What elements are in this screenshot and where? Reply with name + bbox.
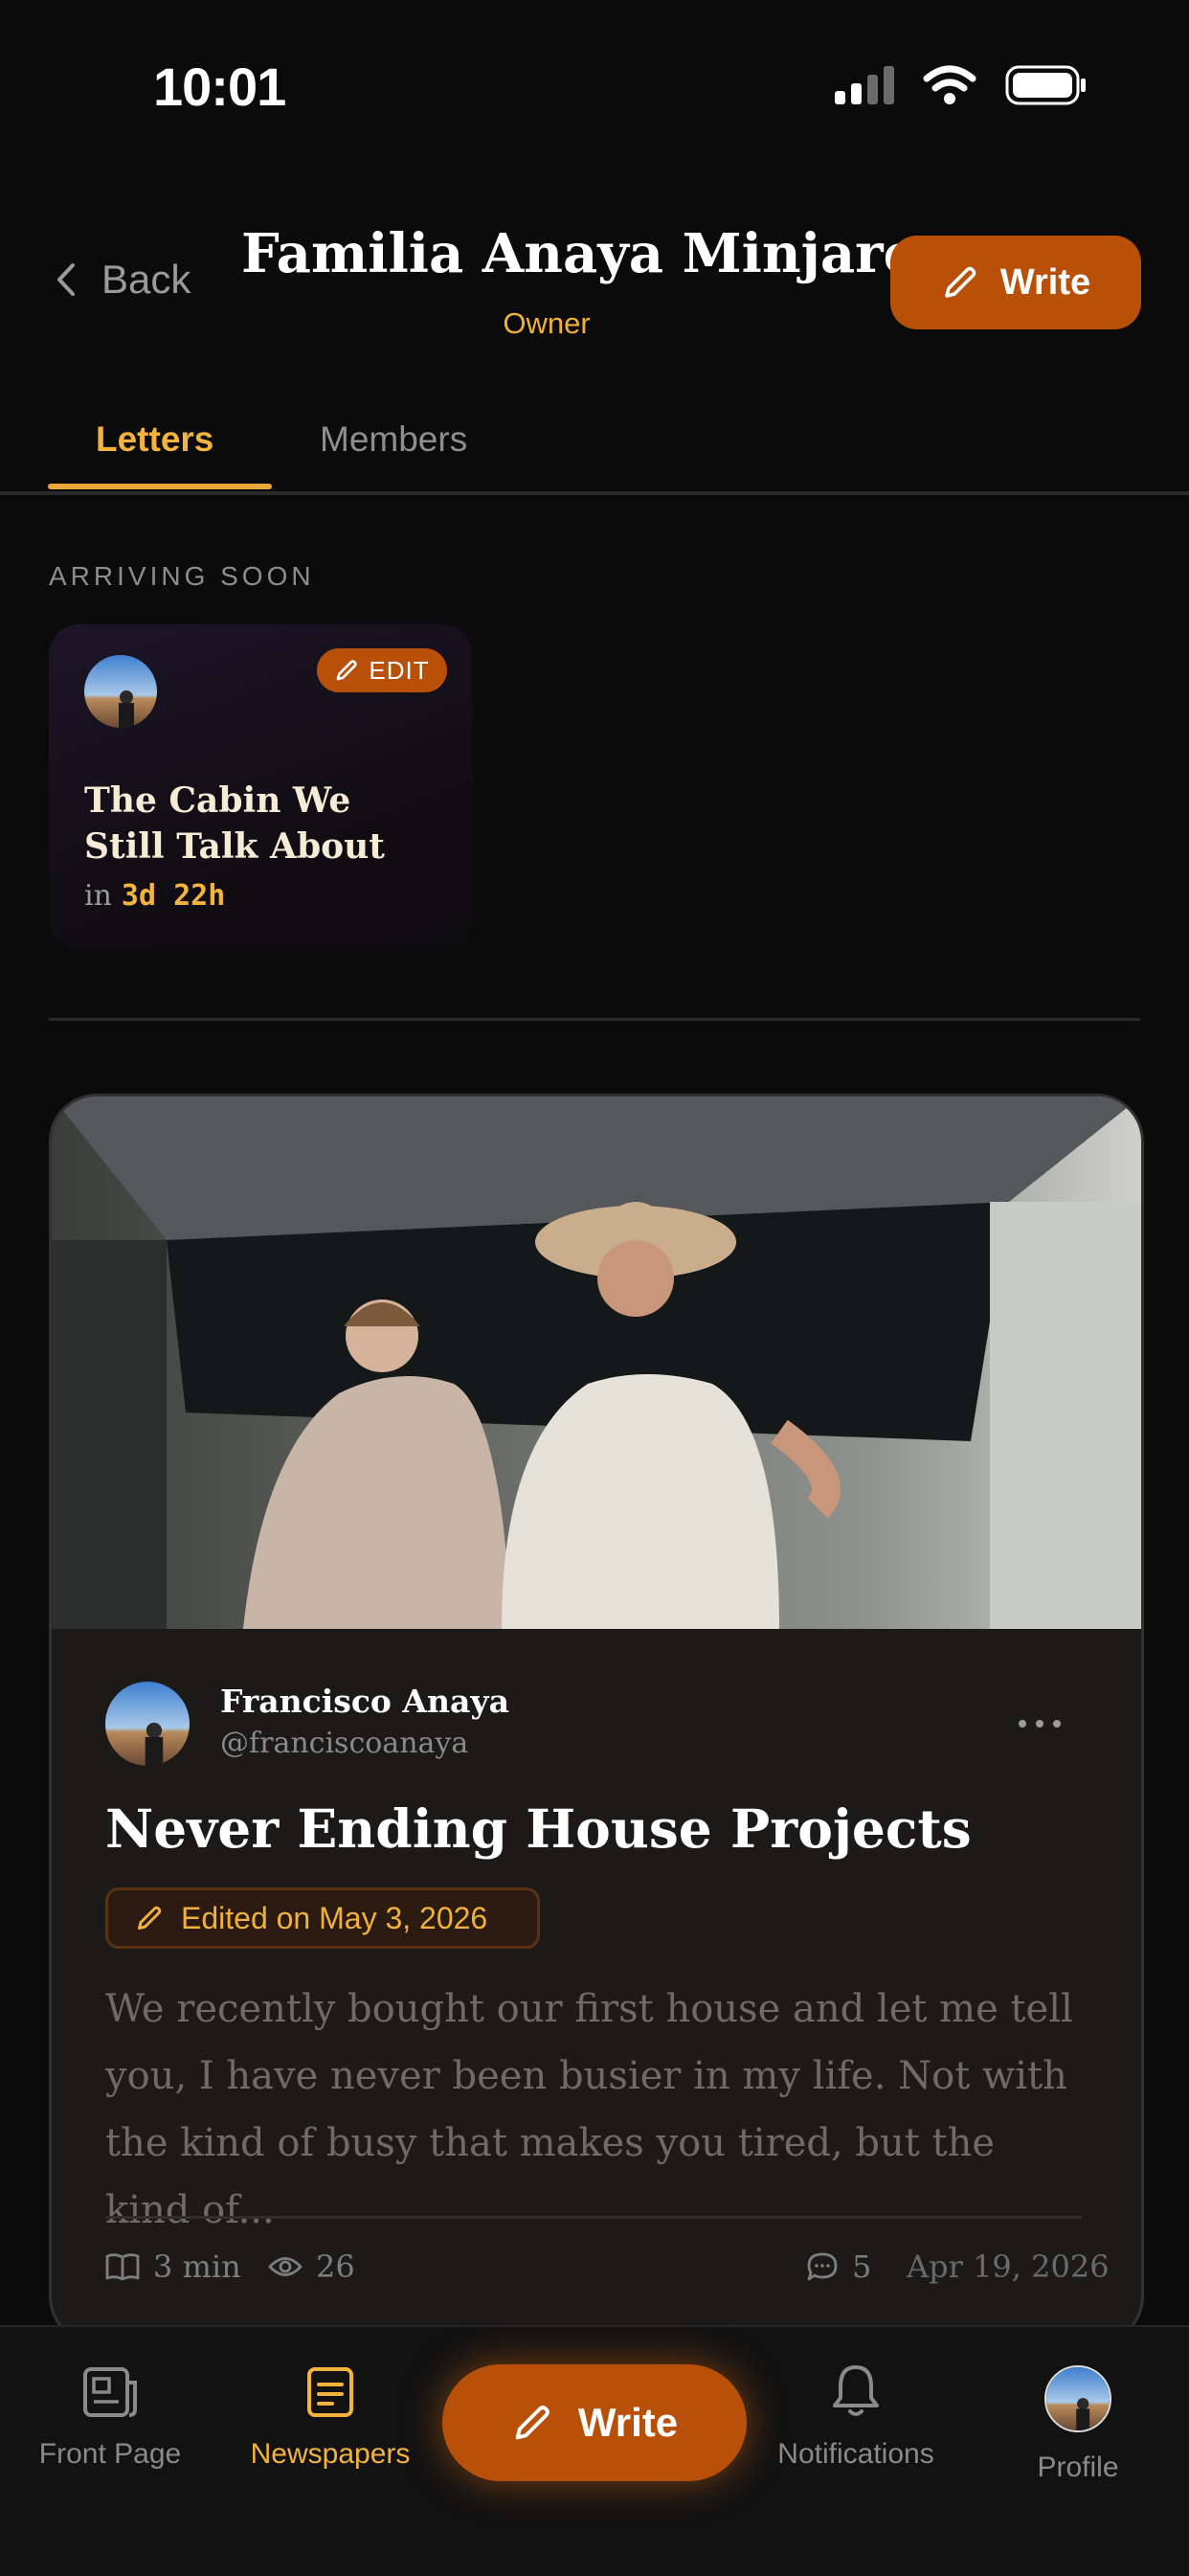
tab-profile[interactable]: Profile xyxy=(963,2365,1189,2484)
section-heading: ARRIVING SOON xyxy=(49,561,315,591)
signal-icon xyxy=(835,66,894,104)
pencil-icon xyxy=(138,1906,162,1930)
write-fab-button[interactable]: Write xyxy=(442,2364,747,2481)
author-handle: @franciscoanaya xyxy=(220,1727,469,1760)
tab-members[interactable]: Members xyxy=(320,419,467,460)
comment-icon xyxy=(807,2252,838,2281)
book-icon xyxy=(105,2253,140,2281)
tab-profile-label: Profile xyxy=(1037,2452,1119,2483)
tab-front-page[interactable]: Front Page xyxy=(0,2365,225,2471)
tab-newspapers-label: Newspapers xyxy=(250,2438,411,2470)
more-options-icon[interactable] xyxy=(1019,1720,1061,1728)
tab-notifications[interactable]: Notifications xyxy=(741,2361,971,2471)
pencil-icon xyxy=(515,2406,550,2440)
bell-icon xyxy=(833,2365,879,2416)
newspaper-icon xyxy=(83,2367,137,2417)
status-time: 10:01 xyxy=(153,56,286,117)
post-title[interactable]: Never Ending House Projects xyxy=(105,1797,972,1860)
edit-button[interactable]: EDIT xyxy=(317,648,447,692)
pencil-icon xyxy=(945,266,976,298)
write-fab-label: Write xyxy=(577,2400,679,2445)
wifi-icon xyxy=(923,65,976,104)
write-button-label: Write xyxy=(999,261,1091,303)
author-avatar[interactable] xyxy=(105,1682,190,1766)
tab-divider xyxy=(0,491,1189,495)
comments-value: 5 xyxy=(852,2248,872,2285)
edit-label: EDIT xyxy=(369,655,430,685)
battery-icon xyxy=(1005,65,1086,105)
avatar xyxy=(84,655,157,728)
edited-badge: Edited on May 3, 2026 xyxy=(105,1887,540,1949)
tab-newspapers[interactable]: Newspapers xyxy=(215,2365,445,2471)
comments[interactable]: 5 xyxy=(806,2248,871,2285)
countdown-value: 3d 22h xyxy=(121,879,226,913)
profile-avatar xyxy=(1044,2365,1111,2432)
views: 26 xyxy=(268,2248,355,2285)
tab-letters[interactable]: Letters xyxy=(96,419,213,460)
tab-front-page-label: Front Page xyxy=(38,2438,182,2470)
status-icons xyxy=(835,65,1086,105)
tab-notifications-label: Notifications xyxy=(777,2438,934,2470)
active-tab-indicator xyxy=(48,484,272,489)
read-time-value: 3 min xyxy=(153,2248,241,2285)
scheduled-letter-title: The Cabin We Still Talk About xyxy=(84,780,385,867)
newspaper-icon xyxy=(307,2367,353,2417)
author-name[interactable]: Francisco Anaya xyxy=(220,1683,509,1720)
views-value: 26 xyxy=(316,2248,355,2285)
section-divider xyxy=(49,1018,1140,1021)
countdown: in 3d 22h xyxy=(84,879,225,913)
post-excerpt: We recently bought our first house and l… xyxy=(105,1987,1073,2232)
eye-icon xyxy=(268,2257,303,2276)
write-button[interactable]: Write xyxy=(890,236,1141,329)
post-date: Apr 19, 2026 xyxy=(907,2248,1110,2285)
post-photo xyxy=(52,1096,1141,1629)
countdown-prefix: in xyxy=(84,879,112,913)
post-divider xyxy=(105,2216,1082,2219)
pencil-icon xyxy=(336,660,358,681)
read-time: 3 min xyxy=(105,2248,241,2285)
edited-label: Edited on May 3, 2026 xyxy=(181,1900,488,1935)
